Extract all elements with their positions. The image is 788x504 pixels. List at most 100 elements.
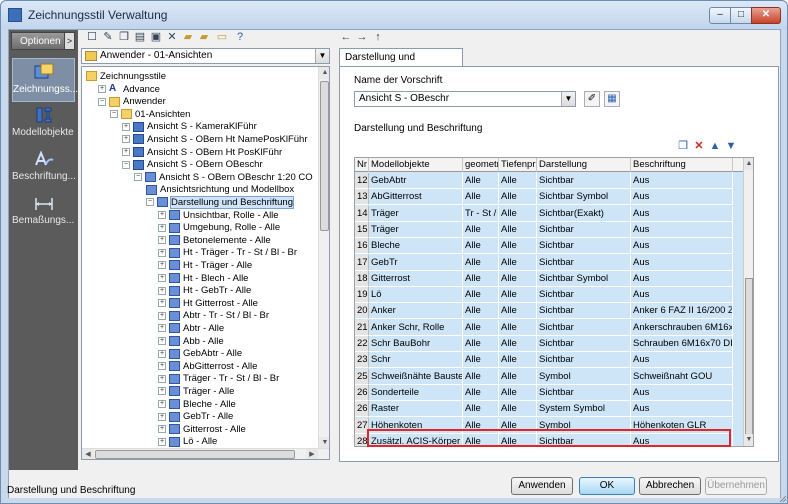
table-cell[interactable]: Raster (369, 401, 463, 418)
nav-item-model-objects[interactable]: Modellobjekte (12, 102, 75, 146)
tree-node[interactable]: + Unsichtbar, Rolle - Alle (158, 210, 279, 222)
table-cell[interactable]: Alle (499, 287, 537, 304)
tree-node[interactable]: + AbGitterrost - Alle (158, 361, 257, 373)
table-row[interactable]: 17 GebTr Alle Alle Sichtbar Aus (355, 254, 743, 271)
table-cell[interactable]: Alle (463, 189, 499, 206)
table-cell[interactable]: Alle (463, 336, 499, 352)
tree-node[interactable]: + Abtr - Tr - St / Bl - Br (158, 310, 269, 322)
table-row[interactable]: 18 Gitterrost Alle Alle Sichtbar Symbol Aus (355, 270, 743, 287)
copy-icon[interactable]: ❐ (117, 30, 131, 44)
tree-node[interactable]: + Bleche - Alle (158, 399, 236, 411)
table-row[interactable]: 20 Anker Alle Alle Sichtbar Anker 6 FAZ II 16… (355, 303, 743, 320)
table-cell[interactable]: Sichtbar (537, 287, 631, 304)
rule-edit-button[interactable]: ✐ (584, 91, 600, 107)
table-cell[interactable]: Alle (499, 205, 537, 222)
expand-icon[interactable]: + (158, 324, 166, 333)
table-cell[interactable]: Alle (463, 173, 499, 189)
table-cell[interactable]: Sichtbar (537, 319, 631, 336)
rule-name-select[interactable]: Ansicht S - OBeschr ▼ (354, 91, 576, 107)
grid-column-header[interactable]: Darstellung (537, 158, 631, 172)
table-cell[interactable]: Alle (463, 384, 499, 401)
table-cell[interactable]: Anker (369, 303, 463, 320)
table-cell[interactable]: Alle (463, 238, 499, 255)
table-cell[interactable]: Lö (369, 287, 463, 304)
scroll-down-icon[interactable]: ▼ (744, 434, 753, 446)
table-row[interactable]: 26 Raster Alle Alle System Symbol Aus (355, 401, 743, 418)
table-cell[interactable]: Alle (463, 254, 499, 271)
scroll-up-icon[interactable]: ▲ (319, 67, 329, 79)
table-cell[interactable]: Bleche (369, 238, 463, 255)
table-cell[interactable]: Schweißnaht GOU (631, 368, 733, 385)
table-cell[interactable]: Aus (631, 384, 733, 401)
table-cell[interactable]: Schr BauBohr (369, 336, 463, 352)
table-cell[interactable]: Alle (463, 368, 499, 385)
tree-node[interactable]: − Darstellung und Beschriftung (146, 196, 294, 209)
table-cell[interactable]: Gitterrost (369, 270, 463, 287)
table-cell[interactable]: Alle (463, 221, 499, 238)
table-cell[interactable]: Sichtbar (537, 336, 631, 352)
table-cell[interactable]: Alle (499, 238, 537, 255)
tree-node[interactable]: + Ht - GebTr - Alle (158, 285, 251, 297)
expand-icon[interactable]: + (158, 387, 166, 396)
table-row[interactable]: 15 Träger Alle Alle Sichtbar Aus (355, 221, 743, 238)
table-cell[interactable]: Alle (463, 287, 499, 304)
table-cell[interactable]: Aus (631, 173, 733, 189)
table-cell[interactable]: Alle (499, 319, 537, 336)
table-cell[interactable]: 23 (355, 352, 369, 369)
table-cell[interactable]: Alle (499, 401, 537, 418)
tree-node[interactable]: + Abb - Alle (158, 336, 224, 348)
nav-item-labeling[interactable]: Beschriftung... (12, 146, 76, 190)
expand-icon[interactable]: + (158, 374, 166, 383)
table-cell[interactable]: 13 (355, 189, 369, 206)
tree-node[interactable]: − Ansicht S - OBern OBeschr 1:20 CO (134, 172, 313, 184)
table-cell[interactable]: Alle (499, 368, 537, 385)
tab-display-labeling[interactable]: Darstellung und Beschriftung (339, 48, 463, 80)
folder-new-icon[interactable]: ▰ (181, 30, 195, 44)
table-cell[interactable]: 25 (355, 368, 369, 385)
tree-node[interactable]: + Ansicht S - OBern Ht NamePosKlFühr (122, 134, 308, 146)
up-icon[interactable]: ↑ (371, 30, 385, 44)
new-icon[interactable]: ☐ (85, 30, 99, 44)
grid-column-header[interactable]: Tiefenpr (499, 158, 537, 172)
tree-node[interactable]: + Abtr - Alle (158, 323, 224, 335)
move-down-icon[interactable]: ▼ (724, 139, 738, 153)
table-cell[interactable]: 20 (355, 303, 369, 320)
title-bar[interactable]: Zeichnungsstil Verwaltung – □ ✕ (1, 1, 787, 29)
tree-node[interactable]: + Ansicht S - KameraKlFühr (122, 121, 257, 133)
tree-node[interactable]: + Ht - Träger - Tr - St / Bl - Br (158, 247, 297, 259)
grid-column-header[interactable]: Beschriftung (631, 158, 733, 172)
expand-icon[interactable]: + (122, 148, 130, 157)
tree-node[interactable]: + Ht - Blech - Alle (158, 273, 248, 285)
tree-node[interactable]: + Lö - Alle (158, 436, 217, 448)
table-cell[interactable]: 21 (355, 319, 369, 336)
expand-icon[interactable]: + (158, 311, 166, 320)
minimize-button[interactable]: – (709, 7, 731, 24)
collapse-icon[interactable]: − (98, 97, 106, 106)
expand-icon[interactable]: + (158, 425, 166, 434)
tree-node[interactable]: Ansichtsrichtung und Modellbox (146, 184, 294, 196)
expand-icon[interactable]: + (122, 122, 130, 131)
table-row[interactable]: 13 AbGitterrost Alle Alle Sichtbar Symbol Aus (355, 189, 743, 206)
table-cell[interactable]: Alle (463, 270, 499, 287)
table-cell[interactable]: Sichtbar Symbol (537, 270, 631, 287)
collapse-icon[interactable]: − (122, 160, 130, 169)
table-cell[interactable]: Aus (631, 270, 733, 287)
table-cell[interactable]: 26 (355, 401, 369, 418)
table-cell[interactable]: Sichtbar (537, 352, 631, 369)
info-icon[interactable]: ▭ (215, 30, 229, 44)
collapse-icon[interactable]: − (134, 173, 142, 182)
table-cell[interactable]: Alle (499, 352, 537, 369)
grid-column-header[interactable]: geometr (463, 158, 499, 172)
expand-icon[interactable]: + (158, 437, 166, 446)
expand-icon[interactable]: + (98, 85, 106, 94)
table-cell[interactable]: Träger (369, 205, 463, 222)
forward-icon[interactable]: → (355, 30, 369, 44)
table-cell[interactable]: 15 (355, 221, 369, 238)
folder-edit-icon[interactable]: ▰ (197, 30, 211, 44)
table-cell[interactable]: Alle (463, 352, 499, 369)
table-cell[interactable]: GebTr (369, 254, 463, 271)
tree-filter-select[interactable]: Anwender - 01-Ansichten ▼ (81, 48, 330, 64)
grid-column-header[interactable]: Nr (355, 158, 369, 172)
table-cell[interactable]: 26 (355, 384, 369, 401)
table-row[interactable]: 14 Träger Tr - St / Alle Sichtbar(Exakt) Aus (355, 205, 743, 222)
